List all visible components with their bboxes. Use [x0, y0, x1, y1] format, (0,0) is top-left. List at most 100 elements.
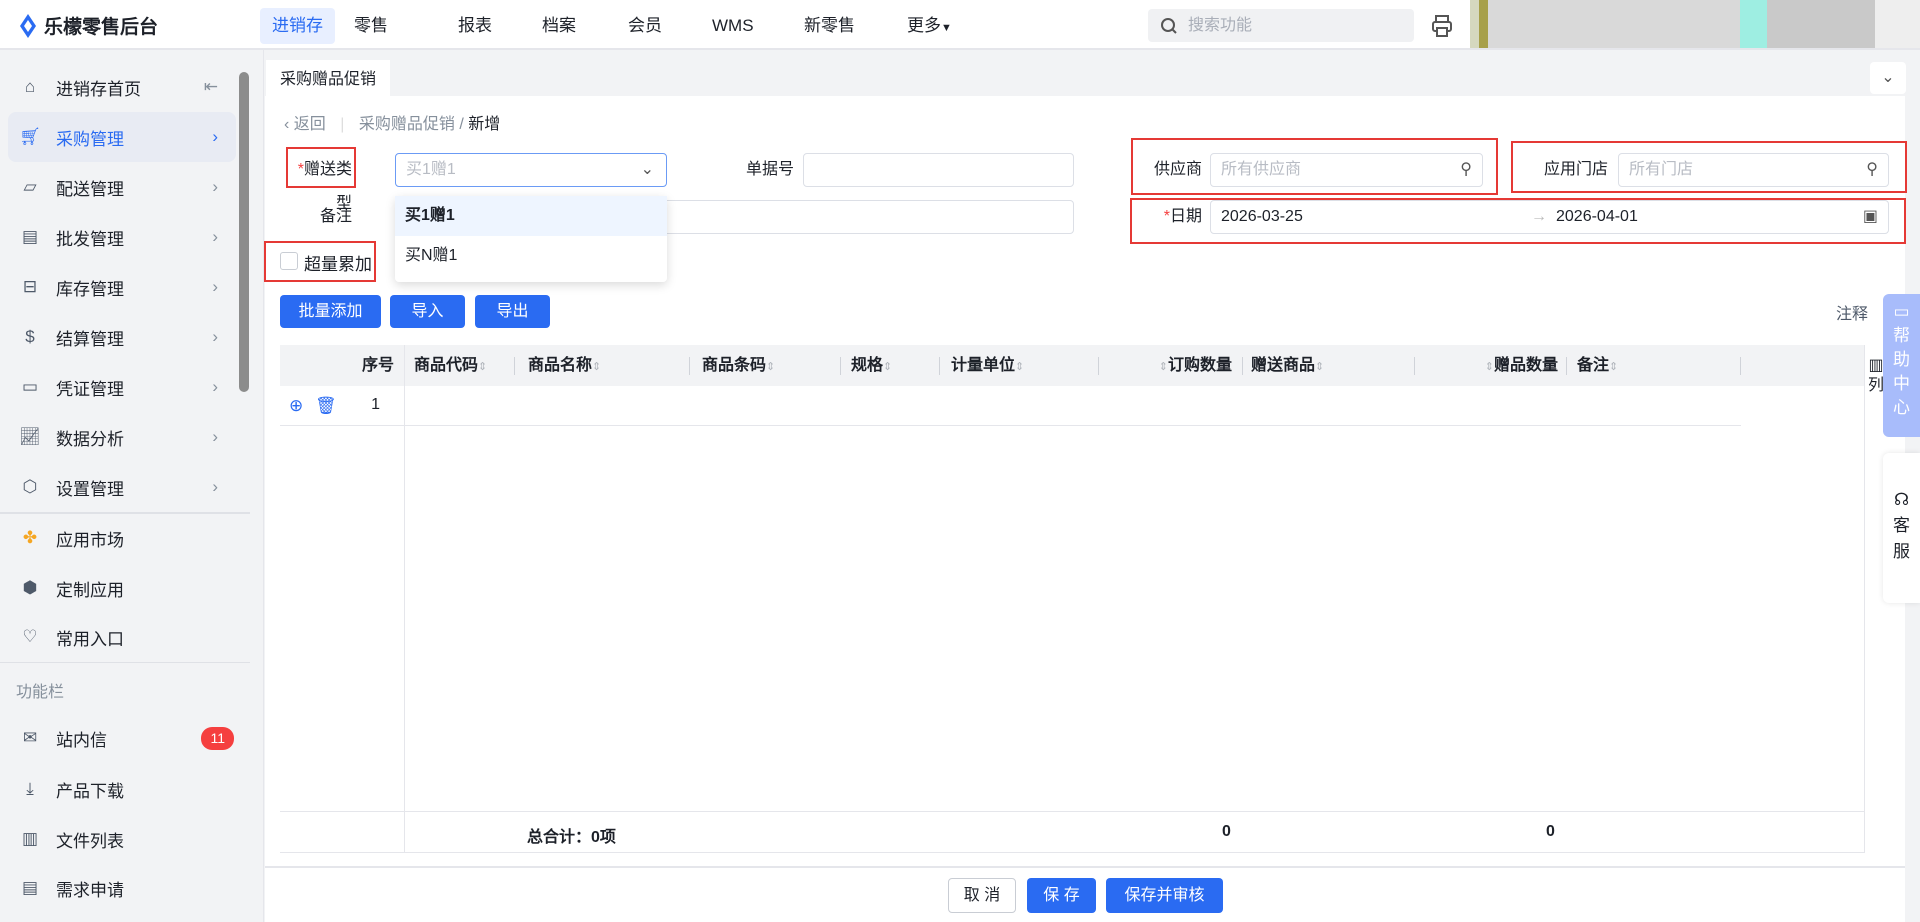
sidebar-item-app-market[interactable]: ✤ 应用市场 [8, 513, 236, 563]
column-divider[interactable] [1242, 357, 1243, 375]
import-button[interactable]: 导入 [390, 295, 465, 328]
chevron-right-icon: › [212, 327, 218, 346]
supplier-input[interactable]: 所有供应商 ⚲ [1210, 153, 1483, 187]
column-divider[interactable] [1098, 357, 1099, 375]
batch-add-button[interactable]: 批量添加 [280, 295, 381, 328]
store-input[interactable]: 所有门店 ⚲ [1618, 153, 1889, 187]
sidebar-scrollbar[interactable] [239, 72, 249, 392]
cancel-button[interactable]: 取 消 [948, 878, 1016, 913]
nav-archive[interactable]: 档案 [530, 8, 588, 44]
sidebar-item-settings[interactable]: ⬡ 设置管理 › [8, 462, 236, 512]
sidebar-item-delivery[interactable]: ▱ 配送管理 › [8, 162, 236, 212]
nav-wms[interactable]: WMS [700, 8, 766, 44]
sidebar-item-favorites[interactable]: ♡ 常用入口 [8, 612, 236, 662]
sidebar-item-label: 文件列表 [56, 831, 124, 851]
nav-new-retail[interactable]: 新零售 [792, 8, 867, 44]
sidebar-item-label: 配送管理 [56, 179, 124, 199]
column-divider[interactable] [514, 357, 515, 375]
search-input[interactable]: 搜索功能 [1148, 9, 1414, 42]
back-label: 返回 [293, 116, 326, 133]
sidebar-item-wholesale[interactable]: ▤ 批发管理 › [8, 212, 236, 262]
search-icon[interactable]: ⚲ [1460, 154, 1472, 186]
column-header-spec[interactable]: 规格⇕ [851, 345, 892, 386]
column-header-name[interactable]: 商品名称⇕ [528, 345, 601, 386]
file-list-icon: ▥ [21, 829, 39, 848]
request-icon: ▤ [21, 878, 39, 897]
column-label: 商品条码 [702, 357, 767, 374]
columns-icon: ▥ [1868, 357, 1884, 374]
column-settings-button[interactable]: ▥ 列 [1868, 356, 1884, 396]
gift-type-select[interactable]: 买1赠1 ⌄ [395, 153, 667, 187]
column-divider[interactable] [1740, 357, 1741, 375]
customer-service-label: 客服 [1893, 516, 1910, 561]
doc-no-input[interactable] [803, 153, 1074, 187]
save-and-audit-button[interactable]: 保存并审核 [1106, 878, 1223, 913]
sidebar-item-voucher[interactable]: ▭ 凭证管理 › [8, 362, 236, 412]
dropdown-option[interactable]: 买1赠1 [395, 196, 667, 236]
export-button[interactable]: 导出 [475, 295, 550, 328]
sidebar-item-label: 库存管理 [56, 279, 124, 299]
nav-more[interactable]: 更多▼ [895, 8, 964, 44]
nav-inventory[interactable]: 进销存 [260, 8, 335, 44]
sort-icon: ⇕ [1315, 361, 1325, 373]
sidebar-item-messages[interactable]: ✉ 站内信 11 [8, 713, 236, 763]
sidebar-item-label: 需求申请 [56, 880, 124, 900]
back-link[interactable]: ‹ 返回 [284, 116, 326, 133]
column-divider[interactable] [939, 357, 940, 375]
column-label: 备注 [1577, 357, 1610, 374]
date-end[interactable]: 2026-04-01 [1556, 201, 1638, 233]
divider [1864, 345, 1865, 853]
column-divider[interactable] [1414, 357, 1415, 375]
column-divider[interactable] [840, 357, 841, 375]
help-center-button[interactable]: ▭ 帮助中心 [1883, 294, 1920, 437]
search-icon[interactable]: ⚲ [1866, 154, 1878, 186]
tab-purchase-gift-promo[interactable]: 采购赠品促销 [266, 60, 390, 96]
collapse-icon[interactable]: ⇤ [204, 77, 218, 97]
table-total-row [280, 811, 1865, 853]
sidebar-item-stock[interactable]: ⊟ 库存管理 › [8, 262, 236, 312]
breadcrumb-parent[interactable]: 采购赠品促销 [359, 116, 455, 133]
sidebar-item-analytics[interactable]: 📈︎ 数据分析 › [8, 412, 236, 462]
dropdown-option[interactable]: 买N赠1 [395, 236, 667, 276]
download-icon: ⤓ [26, 779, 34, 798]
customer-service-button[interactable]: ☊ 客服 [1883, 453, 1920, 603]
logo[interactable]: 乐檬零售后台 [18, 12, 158, 39]
settings-icon: ⬡ [22, 477, 38, 496]
column-header-gift-qty[interactable]: ⇕赠品数量 [1466, 345, 1558, 386]
sidebar-item-settlement[interactable]: $ 结算管理 › [8, 312, 236, 362]
column-header-order-qty[interactable]: ⇕订购数量 [1140, 345, 1232, 386]
sidebar-item-files[interactable]: ▥ 文件列表 [8, 814, 236, 864]
arrow-right-icon: → [1531, 208, 1547, 225]
nav-retail[interactable]: 零售 [342, 8, 400, 44]
column-divider[interactable] [1566, 357, 1567, 375]
sidebar-item-home[interactable]: ⌂ 进销存首页 ⇤ [8, 62, 236, 112]
sidebar-item-request[interactable]: ▤ 需求申请 [8, 863, 236, 913]
column-header-remark[interactable]: 备注⇕ [1577, 345, 1618, 386]
nav-reports[interactable]: 报表 [446, 8, 504, 44]
sidebar-item-custom-app[interactable]: ⬢ 定制应用 [8, 563, 236, 613]
date-start[interactable]: 2026-03-25 [1221, 208, 1303, 225]
column-divider[interactable] [689, 357, 690, 375]
printer-icon[interactable] [1430, 14, 1454, 38]
column-label: 计量单位 [951, 357, 1016, 374]
tab-menu-chevron-down-icon[interactable]: ⌄ [1870, 62, 1906, 94]
date-range-picker[interactable]: 2026-03-25 → 2026-04-01 ▣ [1210, 200, 1889, 234]
column-header-unit[interactable]: 计量单位⇕ [951, 345, 1024, 386]
column-header-code[interactable]: 商品代码⇕ [414, 345, 487, 386]
notes-label[interactable]: 注释 [1836, 300, 1868, 324]
add-row-icon[interactable]: ⊕ [289, 396, 303, 416]
delete-row-icon[interactable]: 🗑︎ [315, 396, 337, 416]
column-header-barcode[interactable]: 商品条码⇕ [702, 345, 775, 386]
chevron-right-icon: › [212, 377, 218, 396]
sidebar-item-purchase[interactable]: 🛒︎ 采购管理 › [8, 112, 236, 162]
supplier-placeholder: 所有供应商 [1221, 161, 1302, 178]
sidebar-item-download[interactable]: ⤓ 产品下载 [8, 764, 236, 814]
save-button[interactable]: 保 存 [1027, 878, 1096, 913]
overflow-accumulate-checkbox[interactable] [280, 252, 298, 270]
nav-member[interactable]: 会员 [616, 8, 674, 44]
sort-icon: ⇕ [1484, 361, 1494, 373]
date-label-text: 日期 [1169, 208, 1202, 225]
column-label: 赠品数量 [1493, 357, 1558, 374]
gift-type-value: 买1赠1 [406, 161, 456, 178]
column-header-gift-item[interactable]: 赠送商品⇕ [1251, 345, 1324, 386]
